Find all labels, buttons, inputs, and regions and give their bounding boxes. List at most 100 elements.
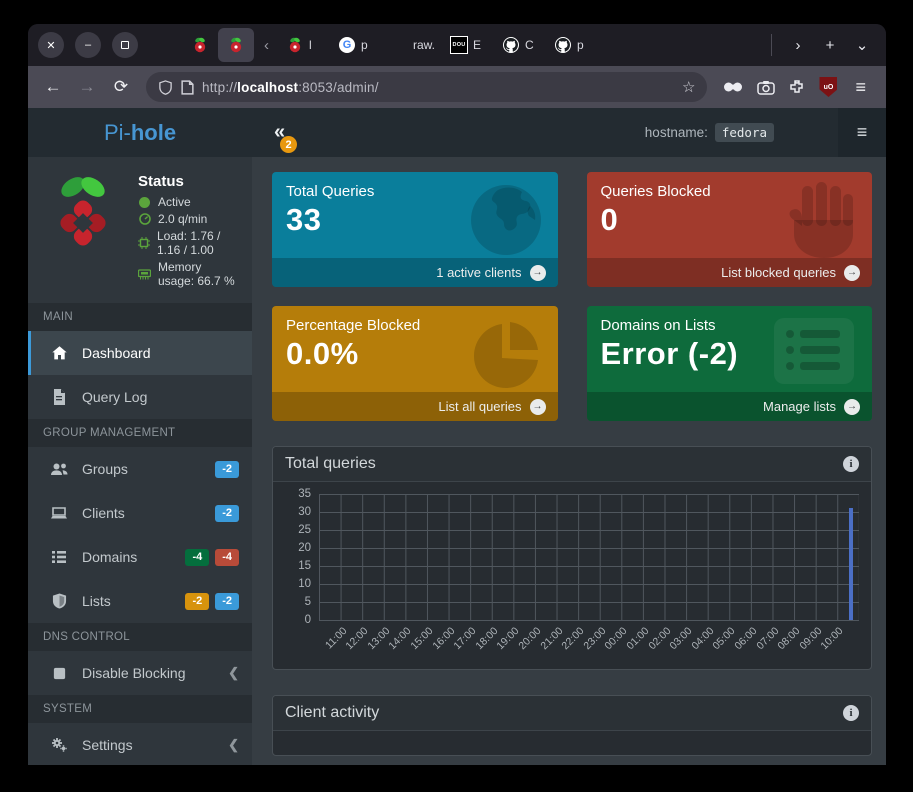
minimize-button[interactable]: – <box>75 32 101 58</box>
card-footer-link[interactable]: List blocked queries → <box>587 258 873 287</box>
sidebar-collapse-button[interactable]: « 2 <box>274 121 285 144</box>
url-bar[interactable]: http://localhost:8053/admin/ ☆ <box>146 72 707 102</box>
home-icon <box>49 345 69 361</box>
y-axis-tick: 30 <box>285 506 311 518</box>
client-activity-panel: Client activity i <box>272 695 872 756</box>
count-badge: -2 <box>215 505 239 522</box>
card-footer-link[interactable]: Manage lists→ <box>587 392 873 421</box>
chevron-left-icon: ❮ <box>228 665 239 681</box>
status-text: Load: 1.76 / 1.16 / 1.00 <box>157 229 240 257</box>
sidebar-item-dashboard[interactable]: Dashboard <box>28 331 252 375</box>
window-controls: ✕ – <box>38 32 138 58</box>
gauge-icon <box>138 213 151 225</box>
app-header: Pi-hole « 2 hostname: fedora ≡ <box>28 108 886 157</box>
github-favicon <box>503 37 519 53</box>
new-tab-button[interactable]: + <box>816 31 844 59</box>
google-favicon: G <box>339 37 355 53</box>
back-button[interactable]: ← <box>38 72 68 102</box>
browser-tab[interactable] <box>218 28 254 62</box>
reload-button[interactable]: ⟳ <box>106 72 136 102</box>
status-item: 2.0 q/min <box>138 212 240 226</box>
status-block: Status Active 2.0 q/min Load: 1.76 / 1.16 … <box>138 171 240 291</box>
hostname-value: fedora <box>715 123 774 142</box>
maximize-icon <box>121 41 129 49</box>
status-text: Memory usage: 66.7 % <box>158 260 240 288</box>
list-all-tabs-button[interactable]: ⌄ <box>848 31 876 59</box>
y-axis-tick: 0 <box>285 614 311 626</box>
card-footer-link[interactable]: List all queries→ <box>272 392 558 421</box>
browser-tab[interactable]: p <box>547 28 599 62</box>
list-icon <box>49 549 69 565</box>
browser-window: ✕ – ‹ l Gpraw.DOUE Cp › + ⌄ ← → ⟳ http://lo… <box>28 24 886 765</box>
status-item: Load: 1.76 / 1.16 / 1.00 <box>138 229 240 257</box>
tab-scroll-left-button[interactable]: ‹ <box>254 37 279 54</box>
containers-mask-icon[interactable] <box>723 81 743 93</box>
chart-plot-area[interactable] <box>319 494 859 621</box>
stop-icon <box>49 666 69 681</box>
tab-label: C <box>525 38 534 52</box>
browser-tab[interactable] <box>182 28 218 62</box>
sidebar-item-clients[interactable]: Clients-2 <box>28 491 252 535</box>
total-queries-panel: Total queries i 05101520253035 11:0012:0… <box>272 446 872 670</box>
tab-label: l <box>309 38 312 52</box>
total-queries-chart[interactable]: 05101520253035 11:0012:0013:0014:0015:00… <box>285 494 859 661</box>
sidebar-item-query-log[interactable]: Query Log <box>28 375 252 419</box>
y-axis-tick: 25 <box>285 524 311 536</box>
card-queries-blocked: Queries Blocked0List blocked queries→ <box>587 172 873 287</box>
sidebar-item-groups[interactable]: Groups-2 <box>28 447 252 491</box>
sidebar-item-label: Query Log <box>82 389 147 405</box>
browser-tab[interactable]: raw. <box>383 28 443 62</box>
card-domains-on-lists: Domains on ListsError (-2)Manage lists→ <box>587 306 873 421</box>
sidebar-item-label: Disable Blocking <box>82 665 186 681</box>
sidebar-item-disable-blocking[interactable]: Disable Blocking ❮ <box>28 651 252 695</box>
pihole-logo-text[interactable]: Pi-hole <box>28 108 252 157</box>
app-menu-button[interactable]: ≡ <box>838 108 886 157</box>
y-axis-tick: 20 <box>285 542 311 554</box>
url-text[interactable]: http://localhost:8053/admin/ <box>202 80 674 95</box>
y-axis-tick: 35 <box>285 488 311 500</box>
ublock-origin-icon[interactable]: uO <box>819 77 837 97</box>
globe-icon <box>468 182 544 258</box>
extensions-puzzle-icon[interactable] <box>789 79 805 95</box>
maximize-button[interactable] <box>112 32 138 58</box>
gears-icon <box>49 737 69 753</box>
browser-tab[interactable]: C <box>495 28 547 62</box>
query-bar[interactable] <box>849 508 853 620</box>
y-axis-tick: 15 <box>285 560 311 572</box>
dou-favicon: DOU <box>451 37 467 53</box>
status-item: Active <box>138 195 240 209</box>
tab-label: p <box>577 38 584 52</box>
pihole-favicon <box>287 37 303 53</box>
card-footer-label: List blocked queries <box>721 265 836 280</box>
summary-cards: Total Queries331 active clients→Queries … <box>272 172 872 421</box>
navigation-bar: ← → ⟳ http://localhost:8053/admin/ ☆ uO <box>28 66 886 108</box>
bookmark-star-icon[interactable]: ☆ <box>682 78 695 96</box>
status-title: Status <box>138 173 240 190</box>
sidebar-item-settings[interactable]: Settings❮ <box>28 723 252 765</box>
browser-menu-button[interactable]: ≡ <box>851 77 870 98</box>
sidebar-item-lists[interactable]: Lists-2-2 <box>28 579 252 623</box>
browser-tab[interactable]: DOUE <box>443 28 495 62</box>
pihole-favicon <box>228 37 244 53</box>
menu-section-header: SYSTEM <box>28 695 252 723</box>
screenshot-camera-icon[interactable] <box>757 80 775 95</box>
tab-overflow-button[interactable]: › <box>784 31 812 59</box>
page-info-icon[interactable] <box>181 80 194 95</box>
forward-button[interactable]: → <box>72 72 102 102</box>
count-badge: -4 <box>185 549 209 566</box>
info-icon[interactable]: i <box>843 705 859 721</box>
sidebar-item-domains[interactable]: Domains-4-4 <box>28 535 252 579</box>
shield-permissions-icon[interactable] <box>158 80 173 95</box>
browser-tab[interactable]: Gp <box>331 28 383 62</box>
divider <box>771 34 772 56</box>
hostname-label: hostname: <box>645 125 708 140</box>
sidebar: Status Active 2.0 q/min Load: 1.76 / 1.16 … <box>28 157 252 765</box>
menu-section-header: DNS CONTROL <box>28 623 252 651</box>
card-footer-link[interactable]: 1 active clients→ <box>272 258 558 287</box>
close-button[interactable]: ✕ <box>38 32 64 58</box>
browser-tab[interactable]: l <box>279 28 331 62</box>
arrow-right-icon: → <box>844 265 860 281</box>
menu-section-header: MAIN <box>28 303 252 331</box>
arrow-right-icon: → <box>530 265 546 281</box>
info-icon[interactable]: i <box>843 456 859 472</box>
